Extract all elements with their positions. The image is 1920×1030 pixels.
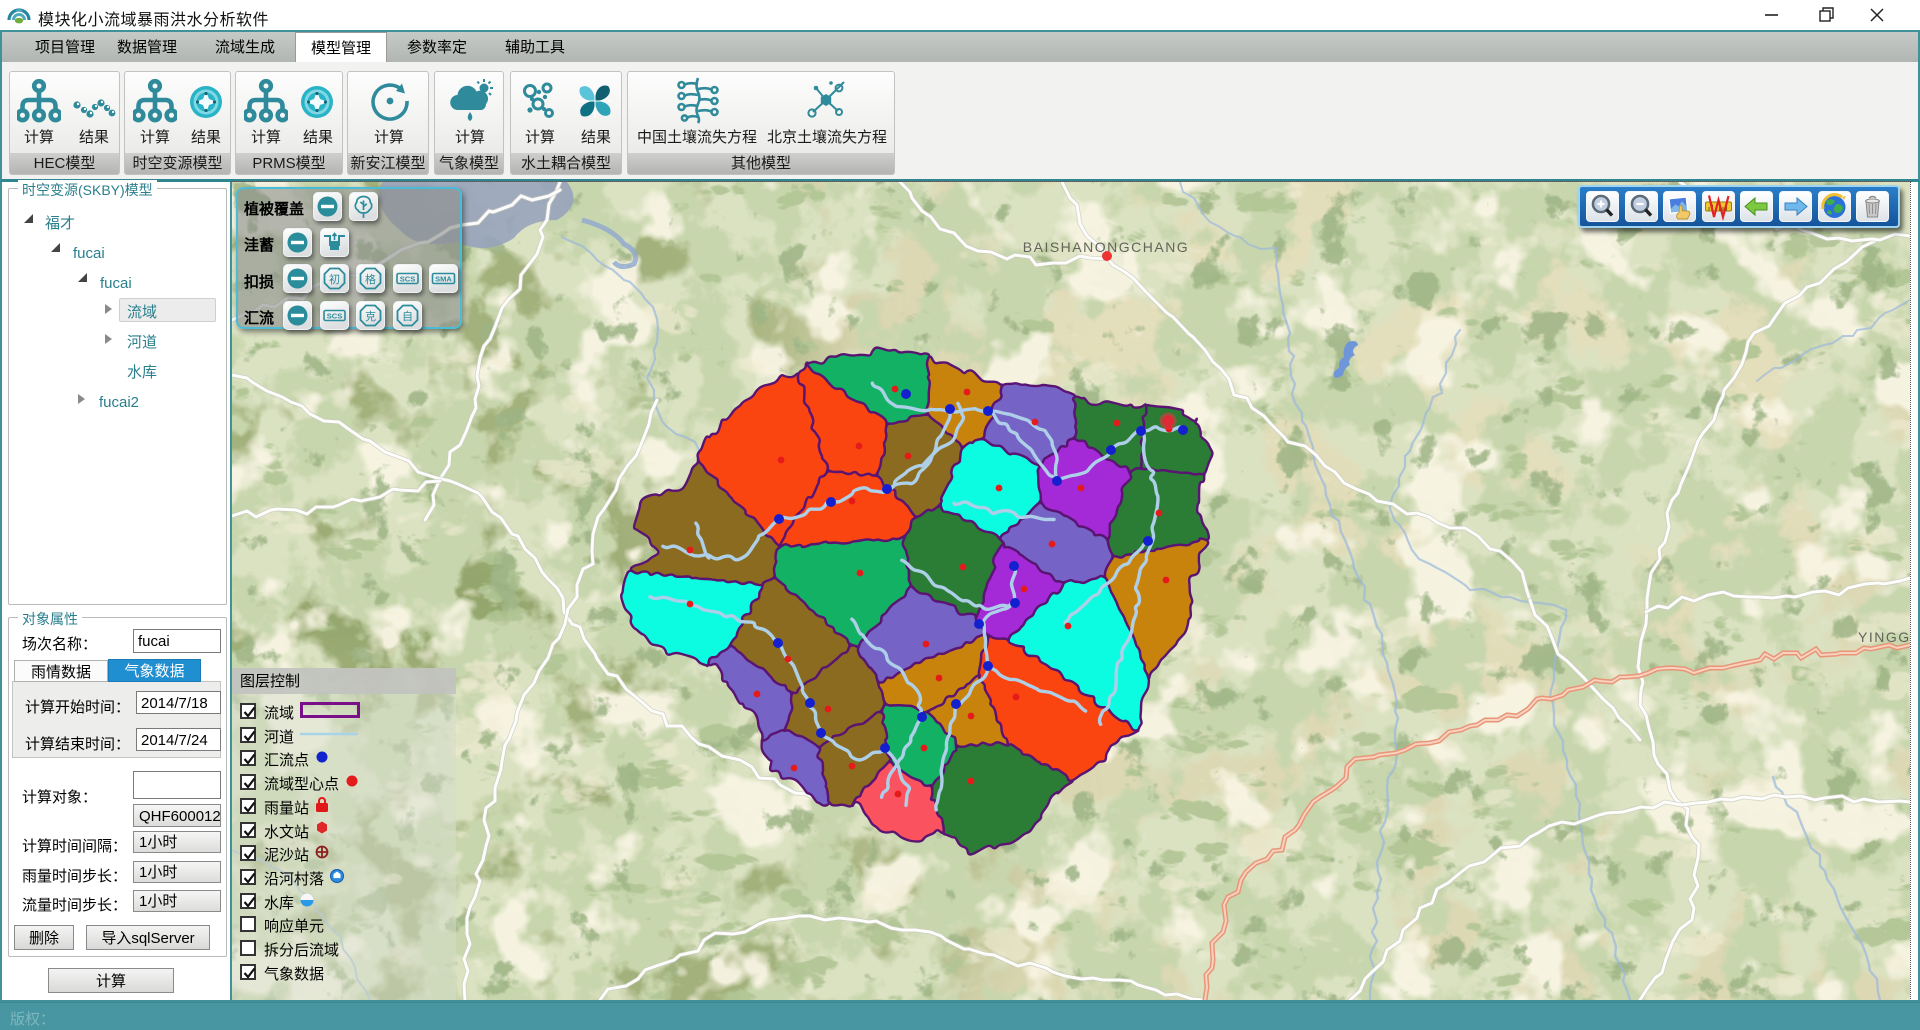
svg-text:YINGGUAN: YINGGUAN xyxy=(1858,627,1910,647)
svg-text:克: 克 xyxy=(365,308,376,324)
svg-text:格: 格 xyxy=(365,271,376,287)
svg-text:自: 自 xyxy=(402,308,413,324)
svg-text:初: 初 xyxy=(329,271,340,287)
svg-text:SCS: SCS xyxy=(400,274,415,285)
svg-text:SCS: SCS xyxy=(327,311,342,322)
svg-text:SMA: SMA xyxy=(435,274,452,285)
